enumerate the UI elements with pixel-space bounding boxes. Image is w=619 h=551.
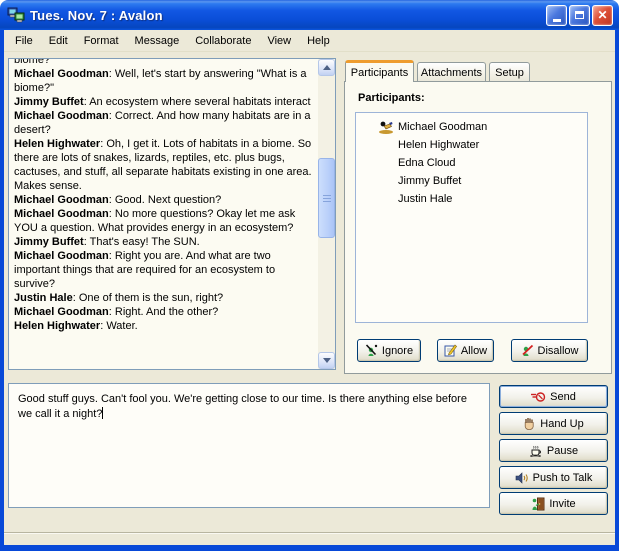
participant-row[interactable]: Edna Cloud [356, 154, 587, 172]
tab-setup[interactable]: Setup [489, 62, 530, 82]
hand-up-icon [523, 417, 536, 430]
minimize-button[interactable] [546, 5, 567, 26]
titlebar[interactable]: Tues. Nov. 7 : Avalon ✕ [0, 0, 619, 30]
ignore-button[interactable]: Ignore [357, 339, 421, 362]
participants-listbox[interactable]: Michael Goodman Helen Highwater Edna Clo… [355, 112, 588, 323]
send-button[interactable]: Send [499, 385, 608, 408]
chat-message: Michael Goodman: Correct. And how many h… [14, 109, 316, 137]
menu-message[interactable]: Message [127, 32, 188, 50]
chat-messages: biome? Michael Goodman: Well, let's star… [9, 59, 318, 369]
allow-icon [444, 344, 457, 357]
message-input-text: Good stuff guys. Can't fool you. We're g… [18, 393, 467, 420]
participant-row[interactable]: Helen Highwater [356, 136, 587, 154]
transcript-scrollbar[interactable] [318, 59, 335, 369]
minimize-icon [553, 19, 561, 22]
window-frame-right [615, 30, 619, 551]
speaker-icon [515, 472, 529, 484]
menu-help[interactable]: Help [299, 32, 338, 50]
close-button[interactable]: ✕ [592, 5, 613, 26]
pause-button[interactable]: Pause [499, 439, 608, 462]
hand-up-button[interactable]: Hand Up [499, 412, 608, 435]
participant-row[interactable]: Jimmy Buffet [356, 172, 587, 190]
chat-message: Jimmy Buffet: An ecosystem where several… [14, 95, 316, 109]
maximize-icon [575, 11, 584, 19]
application-window: Tues. Nov. 7 : Avalon ✕ File Edit Format… [0, 0, 619, 551]
scrollbar-thumb[interactable] [318, 158, 335, 238]
chat-message: Michael Goodman: No more questions? Okay… [14, 207, 316, 235]
window-frame-bottom [0, 545, 619, 551]
chat-message: Helen Highwater: Water. [14, 319, 316, 333]
push-to-talk-button[interactable]: Push to Talk [499, 466, 608, 489]
participant-row[interactable]: Michael Goodman [356, 118, 587, 136]
app-icon[interactable] [7, 7, 25, 23]
arrow-down-icon [323, 358, 331, 363]
menu-collaborate[interactable]: Collaborate [187, 32, 259, 50]
menu-edit[interactable]: Edit [41, 32, 76, 50]
menu-view[interactable]: View [259, 32, 299, 50]
chat-message: Jimmy Buffet: That's easy! The SUN. [14, 235, 316, 249]
chat-message: Michael Goodman: Right you are. And what… [14, 249, 316, 291]
menu-format[interactable]: Format [76, 32, 127, 50]
tab-attachments[interactable]: Attachments [417, 62, 486, 82]
scrollbar-grip-icon [323, 195, 331, 202]
invite-button[interactable]: Invite [499, 492, 608, 515]
scroll-down-button[interactable] [318, 352, 335, 369]
allow-button[interactable]: Allow [437, 339, 494, 362]
participant-row[interactable]: Justin Hale [356, 190, 587, 208]
chat-message-clipped: biome? [14, 59, 316, 67]
close-icon: ✕ [597, 9, 607, 21]
disallow-icon [521, 344, 534, 357]
message-input[interactable]: Good stuff guys. Can't fool you. We're g… [8, 383, 490, 508]
chat-message: Helen Highwater: Oh, I get it. Lots of h… [14, 137, 316, 193]
chat-message: Justin Hale: One of them is the sun, rig… [14, 291, 316, 305]
maximize-button[interactable] [569, 5, 590, 26]
text-caret [102, 407, 103, 419]
menu-bar: File Edit Format Message Collaborate Vie… [4, 30, 615, 52]
arrow-up-icon [323, 65, 331, 70]
chat-message: Michael Goodman: Well, let's start by an… [14, 67, 316, 95]
chat-transcript[interactable]: biome? Michael Goodman: Well, let's star… [8, 58, 336, 370]
status-bar [4, 532, 615, 545]
tab-participants[interactable]: Participants [345, 60, 414, 82]
scroll-up-button[interactable] [318, 59, 335, 76]
invite-icon [531, 497, 545, 511]
chat-message: Michael Goodman: Right. And the other? [14, 305, 316, 319]
participants-label: Participants: [358, 92, 425, 104]
disallow-button[interactable]: Disallow [511, 339, 588, 362]
pause-coffee-icon [529, 444, 543, 457]
menu-file[interactable]: File [7, 32, 41, 50]
send-icon [531, 391, 546, 403]
chat-message: Michael Goodman: Good. Next question? [14, 193, 316, 207]
ignore-icon [365, 344, 378, 357]
active-speaker-icon [378, 120, 394, 134]
window-title: Tues. Nov. 7 : Avalon [30, 8, 546, 23]
